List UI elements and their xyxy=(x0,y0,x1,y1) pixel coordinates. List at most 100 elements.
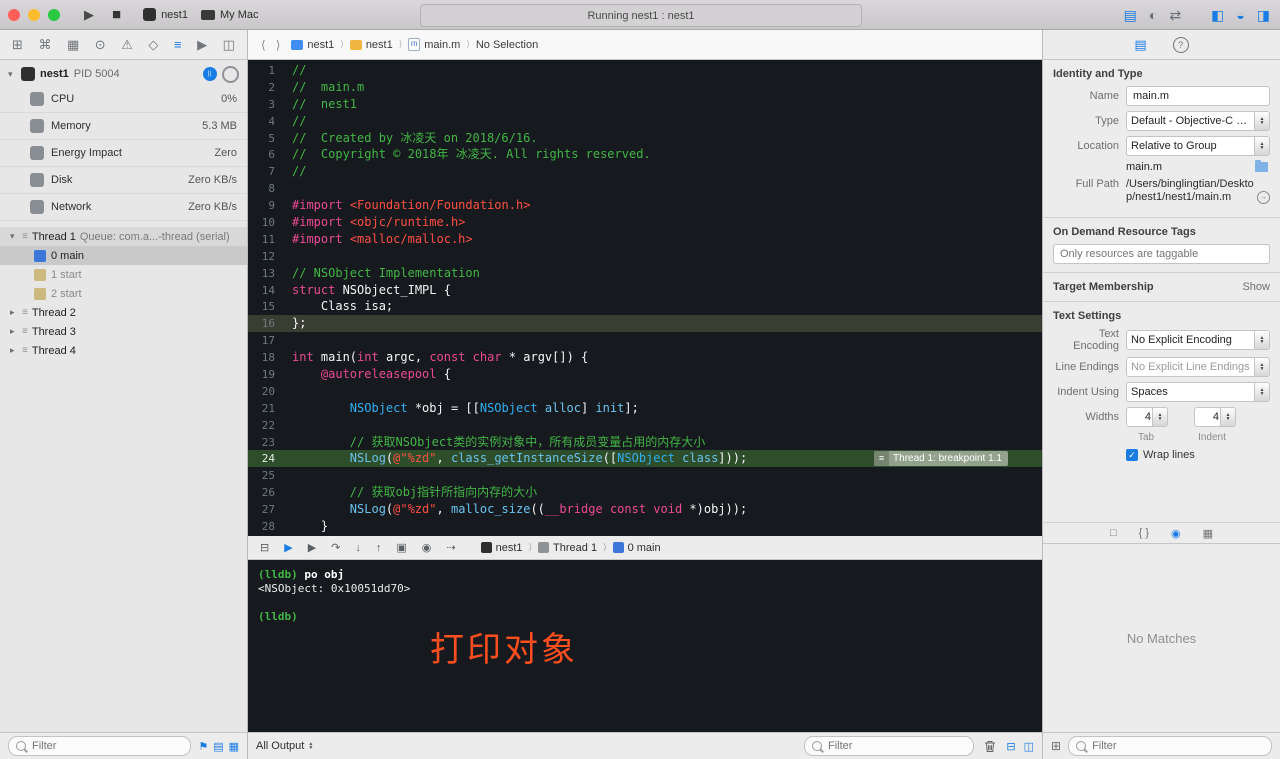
encoding-popup[interactable]: No Explicit Encoding ▲ ▼ xyxy=(1126,330,1270,350)
quick-help-inspector-tab[interactable]: ? xyxy=(1172,36,1189,53)
code-line[interactable]: 11 #import <malloc/malloc.h> xyxy=(248,231,1042,248)
stop-button[interactable]: ■ xyxy=(112,6,121,23)
show-link[interactable]: Show xyxy=(1242,281,1270,293)
gauge-row[interactable]: Energy Impact Zero xyxy=(0,140,247,167)
name-field[interactable] xyxy=(1126,86,1270,106)
console-filter[interactable] xyxy=(804,736,975,756)
assistant-editor-icon[interactable]: ◐ xyxy=(1149,7,1157,23)
code-line[interactable]: 3 // nest1 xyxy=(248,96,1042,113)
code-line[interactable]: 25 xyxy=(248,467,1042,484)
profile-indicator-icon[interactable] xyxy=(222,65,239,83)
zoom-button[interactable] xyxy=(48,8,60,21)
code-line[interactable]: 13 // NSObject Implementation xyxy=(248,265,1042,282)
debug-console[interactable]: (lldb) po obj <NSObject: 0x10051dd70> (ll… xyxy=(248,560,1042,732)
disclosure-closed-icon[interactable]: ▸ xyxy=(10,345,18,356)
debug-breadcrumb-item[interactable]: Thread 1 xyxy=(538,542,597,554)
hide-debug-area-icon[interactable]: ⊟ xyxy=(260,541,269,554)
library-filter[interactable] xyxy=(1068,736,1272,756)
step-into-icon[interactable]: ↓ xyxy=(355,542,361,554)
code-line[interactable]: 15 Class isa; xyxy=(248,298,1042,315)
code-line[interactable]: 21 NSObject *obj = [[NSObject alloc] ini… xyxy=(248,400,1042,417)
scheme-selector[interactable]: nest1 My Mac xyxy=(143,8,258,21)
line-number[interactable]: 15 xyxy=(248,299,284,316)
pause-indicator-icon[interactable]: || xyxy=(203,67,217,81)
disclosure-closed-icon[interactable]: ▸ xyxy=(10,326,18,337)
view-hierarchy-icon[interactable]: ▣ xyxy=(396,541,406,554)
jump-bar-item[interactable]: m main.m xyxy=(408,38,460,51)
type-popup[interactable]: Default - Objective-C Sou... ▲ ▼ xyxy=(1126,111,1270,131)
debug-area-icon[interactable]: ◒ xyxy=(1236,7,1244,23)
line-number[interactable]: 10 xyxy=(248,215,284,232)
inspector-panel-icon[interactable]: ◨ xyxy=(1257,7,1270,24)
issue-navigator-icon[interactable]: ⚠ xyxy=(121,37,133,53)
line-number[interactable]: 7 xyxy=(248,164,284,181)
disclosure-closed-icon[interactable]: ▸ xyxy=(10,307,18,318)
line-number[interactable]: 12 xyxy=(248,249,284,266)
sidebar-filter[interactable] xyxy=(8,736,192,756)
frames-filter-icon[interactable]: ▤ xyxy=(213,740,223,753)
line-number[interactable]: 18 xyxy=(248,350,284,367)
sidebar-filter-input[interactable] xyxy=(30,739,184,753)
close-button[interactable] xyxy=(8,8,20,21)
breakpoint-navigator-icon[interactable]: ▶ xyxy=(197,37,207,53)
line-number[interactable]: 17 xyxy=(248,333,284,350)
memory-graph-icon[interactable]: ◉ xyxy=(422,541,432,554)
code-line[interactable]: 8 xyxy=(248,180,1042,197)
console-filter-input[interactable] xyxy=(826,739,967,753)
code-line[interactable]: 7 // xyxy=(248,163,1042,180)
code-line[interactable]: 1 // xyxy=(248,62,1042,79)
line-number[interactable]: 22 xyxy=(248,418,284,435)
step-out-icon[interactable]: ↑ xyxy=(376,542,382,554)
version-editor-icon[interactable]: ⇄ xyxy=(1169,7,1181,24)
line-endings-popup[interactable]: No Explicit Line Endings ▲ ▼ xyxy=(1126,357,1270,377)
file-template-library-icon[interactable]: □ xyxy=(1110,527,1117,539)
line-number[interactable]: 11 xyxy=(248,232,284,249)
stack-frame-row[interactable]: 2 start xyxy=(0,284,247,303)
line-number[interactable]: 27 xyxy=(248,502,284,519)
gauge-row[interactable]: Network Zero KB/s xyxy=(0,194,247,221)
wrap-lines-checkbox[interactable]: ✓ xyxy=(1126,449,1138,461)
tab-width-stepper[interactable]: 4 ▲ ▼ xyxy=(1126,407,1168,427)
source-control-navigator-icon[interactable]: ⌘ xyxy=(38,37,51,53)
symbol-navigator-icon[interactable]: ▦ xyxy=(67,37,79,53)
jump-bar-item[interactable]: No Selection xyxy=(476,39,538,51)
odr-field[interactable] xyxy=(1053,244,1270,264)
code-line[interactable]: 22 xyxy=(248,417,1042,434)
line-number[interactable]: 9 xyxy=(248,198,284,215)
line-number[interactable]: 6 xyxy=(248,147,284,164)
continue-icon[interactable]: ▶ xyxy=(308,541,316,554)
flag-filter-icon[interactable]: ⚑ xyxy=(198,740,208,753)
reveal-arrow-icon[interactable]: → xyxy=(1257,191,1270,204)
thread-row[interactable]: ▸ ≡ Thread 4 xyxy=(0,341,247,360)
indent-width-stepper[interactable]: 4 ▲ ▼ xyxy=(1194,407,1236,427)
process-row[interactable]: ▾ nest1 PID 5004 || xyxy=(0,62,247,86)
code-line[interactable]: 14 struct NSObject_IMPL { xyxy=(248,282,1042,299)
code-snippet-library-icon[interactable]: { } xyxy=(1139,527,1149,539)
code-line[interactable]: 5 // Created by 冰凌天 on 2018/6/16. xyxy=(248,130,1042,147)
line-number[interactable]: 1 xyxy=(248,63,284,80)
line-number[interactable]: 16 xyxy=(248,316,284,333)
code-line[interactable]: 16}; xyxy=(248,315,1042,333)
line-number[interactable]: 20 xyxy=(248,384,284,401)
thread-row[interactable]: ▸ ≡ Thread 2 xyxy=(0,303,247,322)
gauge-row[interactable]: Memory 5.3 MB xyxy=(0,113,247,140)
console-split-icon[interactable]: ◫ xyxy=(1024,740,1034,753)
line-number[interactable]: 4 xyxy=(248,114,284,131)
line-number[interactable]: 23 xyxy=(248,435,284,452)
gauge-row[interactable]: Disk Zero KB/s xyxy=(0,167,247,194)
line-number[interactable]: 13 xyxy=(248,266,284,283)
code-line[interactable]: 6 // Copyright © 2018年 冰凌天. All rights re… xyxy=(248,146,1042,163)
code-line[interactable]: 17 xyxy=(248,332,1042,349)
code-line[interactable]: 28 } xyxy=(248,518,1042,535)
line-number[interactable]: 8 xyxy=(248,181,284,198)
line-number[interactable]: 3 xyxy=(248,97,284,114)
run-button[interactable]: ▶ xyxy=(84,7,94,23)
library-grid-icon[interactable]: ⊞ xyxy=(1051,739,1061,753)
code-line[interactable]: 23 // 获取NSObject类的实例对象中，所有成员变量占用的内存大小 xyxy=(248,434,1042,451)
line-number[interactable]: 19 xyxy=(248,367,284,384)
library-filter-input[interactable] xyxy=(1090,739,1264,753)
report-navigator-icon[interactable]: ◫ xyxy=(223,37,235,53)
debug-breadcrumb-item[interactable]: 0 main xyxy=(612,542,661,554)
gauge-row[interactable]: CPU 0% xyxy=(0,86,247,113)
code-line[interactable]: 24 NSLog(@"%zd", class_getInstanceSize([… xyxy=(248,450,1042,468)
